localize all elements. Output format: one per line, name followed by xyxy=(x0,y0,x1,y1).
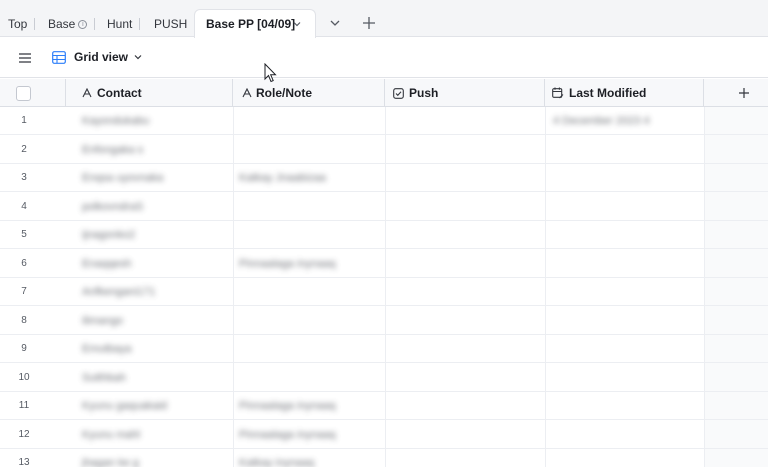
tab-top[interactable]: Top xyxy=(8,9,36,39)
tab-bar: Top Base i Hunt PUSH Base PP [04/09] xyxy=(0,0,768,39)
cell-contact[interactable]: Kyunu gaquakaid xyxy=(82,392,167,420)
table-row[interactable]: 3 Enqsa uyovnaka Katkay Jnaabizaa xyxy=(0,164,768,192)
table-row[interactable]: 9 Emutbaya xyxy=(0,335,768,363)
tab-label: PUSH xyxy=(154,17,188,31)
table-row[interactable]: 6 Enaqqesh Pinnaalaga inynaaq xyxy=(0,250,768,278)
cell-role-note[interactable]: Pinnaalaga inynaaq xyxy=(239,392,336,420)
add-field-button[interactable] xyxy=(704,79,768,107)
cell-role-note[interactable]: Pinnaalaga inynaaq xyxy=(239,250,336,278)
cell-contact[interactable]: Enaqqesh xyxy=(82,250,132,278)
table-row[interactable]: 13 jhagan ke g Katkay inynaaq xyxy=(0,449,768,467)
cell-push[interactable] xyxy=(386,449,544,467)
table-row[interactable]: 12 Kyunu mahl Pinnaalaga inynaaq xyxy=(0,421,768,449)
row-number: 1 xyxy=(21,115,27,126)
table-row[interactable]: 11 Kyunu gaquakaid Pinnaalaga inynaaq xyxy=(0,392,768,420)
text-field-icon xyxy=(82,88,92,98)
cell-role-note[interactable]: Katkay inynaaq xyxy=(239,449,314,467)
cell-push[interactable] xyxy=(386,421,544,449)
column-header-push[interactable]: Push xyxy=(385,79,545,107)
table-row[interactable]: 8 ilimango xyxy=(0,307,768,335)
cell-push[interactable] xyxy=(386,335,544,363)
cell-push[interactable] xyxy=(386,307,544,335)
checkbox-field-icon xyxy=(393,88,404,99)
grid-view-icon xyxy=(52,51,66,64)
mouse-cursor-icon xyxy=(264,63,277,83)
column-header-role-note[interactable]: Role/Note xyxy=(233,79,385,107)
select-all-checkbox[interactable] xyxy=(16,86,31,101)
column-header-last-modified[interactable]: Last Modified xyxy=(545,79,704,107)
tab-label: Base PP [04/09] xyxy=(206,17,296,31)
cell-push[interactable] xyxy=(386,136,544,164)
row-number: 12 xyxy=(18,428,30,440)
cell-contact[interactable]: Enfongaka s xyxy=(82,136,143,164)
cell-push[interactable] xyxy=(386,107,544,135)
tab-base[interactable]: Base i xyxy=(48,9,96,39)
row-number: 3 xyxy=(21,172,27,183)
column-label: Push xyxy=(409,86,439,100)
cell-push[interactable] xyxy=(386,193,544,221)
data-grid: Contact Role/Note Push Last Modified 1 Ka… xyxy=(0,79,768,467)
cell-push[interactable] xyxy=(386,221,544,249)
row-number: 2 xyxy=(21,143,27,155)
cell-push[interactable] xyxy=(386,250,544,278)
cell-push[interactable] xyxy=(386,164,544,192)
column-label: Contact xyxy=(97,86,142,100)
cell-contact[interactable]: polkovndraS xyxy=(82,193,143,221)
row-number: 11 xyxy=(18,400,30,411)
tab-hunt[interactable]: Hunt xyxy=(107,9,141,39)
cell-contact[interactable]: Kayondukabu xyxy=(82,107,149,135)
chevron-down-icon[interactable] xyxy=(292,19,302,29)
cell-push[interactable] xyxy=(386,278,544,306)
cell-push[interactable] xyxy=(386,392,544,420)
cell-contact[interactable]: ijnagonko2 xyxy=(82,221,135,249)
tab-label: Top xyxy=(8,17,28,31)
plus-icon xyxy=(739,88,749,98)
cell-contact[interactable]: jhagan ke g xyxy=(82,449,139,467)
select-all-cell xyxy=(0,79,66,107)
column-header-contact[interactable]: Contact xyxy=(66,79,233,107)
table-row[interactable]: 4 polkovndraS xyxy=(0,193,768,221)
row-number: 5 xyxy=(21,229,27,240)
row-number: 6 xyxy=(21,257,27,269)
tab-label: Hunt xyxy=(107,17,133,31)
row-number: 7 xyxy=(21,286,27,297)
tab-label: Base xyxy=(48,17,76,31)
column-label: Last Modified xyxy=(569,86,647,100)
info-icon: i xyxy=(78,20,88,30)
cell-role-note[interactable]: Pinnaalaga inynaaq xyxy=(239,421,336,449)
table-row[interactable]: 2 Enfongaka s xyxy=(0,136,768,164)
cell-contact[interactable]: Kyunu mahl xyxy=(82,421,140,449)
row-number: 13 xyxy=(18,457,30,467)
cell-contact[interactable]: Sutthbah xyxy=(82,364,126,392)
table-row[interactable]: 1 Kayondukabu 4 December 2023 4 xyxy=(0,107,768,135)
cell-role-note[interactable]: Katkay Jnaabizaa xyxy=(239,164,326,192)
column-label: Role/Note xyxy=(256,86,313,100)
row-number: 9 xyxy=(21,343,27,354)
cell-contact[interactable]: ilimango xyxy=(82,307,123,335)
calendar-edit-icon xyxy=(552,87,564,99)
hamburger-menu-icon[interactable] xyxy=(18,52,32,64)
view-bar: Grid view xyxy=(0,38,768,78)
table-row[interactable]: 7 Anfkengani171 xyxy=(0,278,768,306)
chevron-down-icon[interactable] xyxy=(327,15,343,31)
cell-contact[interactable]: Anfkengani171 xyxy=(82,278,155,306)
text-field-icon xyxy=(242,88,252,98)
cell-push[interactable] xyxy=(386,364,544,392)
view-label: Grid view xyxy=(74,50,129,64)
plus-icon[interactable] xyxy=(361,15,377,31)
cell-contact[interactable]: Emutbaya xyxy=(82,335,132,363)
tab-base-pp[interactable]: Base PP [04/09] xyxy=(194,9,316,38)
cell-last-modified[interactable]: 4 December 2023 4 xyxy=(553,107,650,135)
cell-contact[interactable]: Enqsa uyovnaka xyxy=(82,164,163,192)
table-row[interactable]: 5 ijnagonko2 xyxy=(0,221,768,249)
row-number: 8 xyxy=(21,314,27,326)
chevron-down-icon xyxy=(134,55,142,60)
row-number: 4 xyxy=(21,200,27,212)
grid-header: Contact Role/Note Push Last Modified xyxy=(0,79,768,107)
tab-push[interactable]: PUSH xyxy=(154,9,187,39)
row-number: 10 xyxy=(18,371,30,383)
table-row[interactable]: 10 Sutthbah xyxy=(0,364,768,392)
